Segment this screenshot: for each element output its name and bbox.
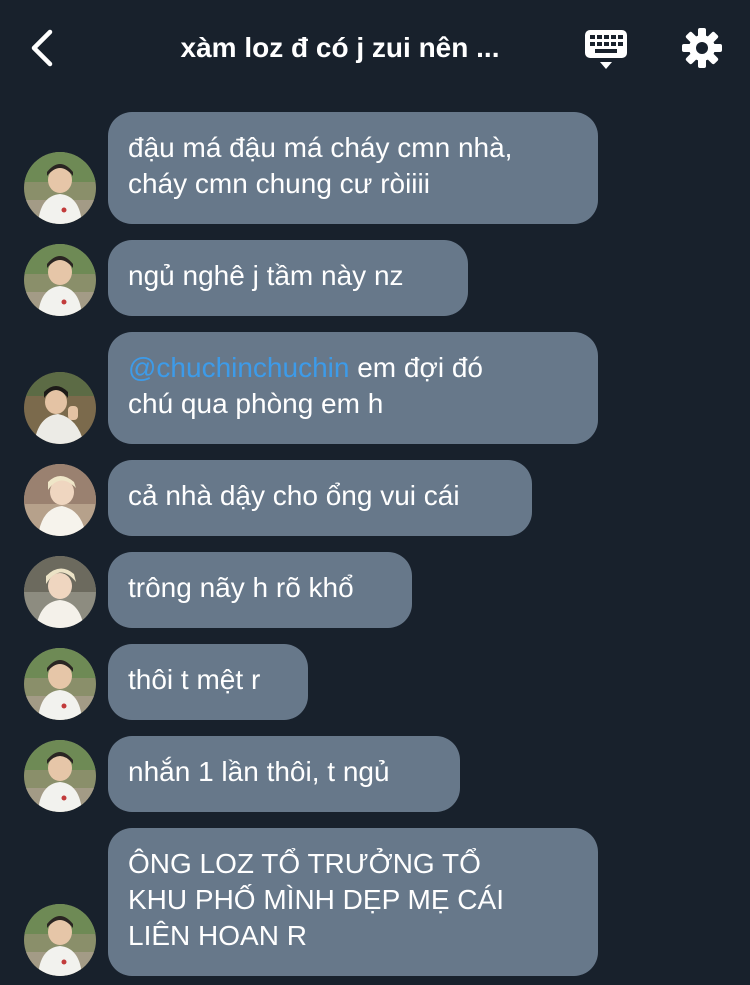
avatar[interactable] (24, 904, 96, 976)
message-bubble: thôi t mệt r (108, 644, 308, 720)
message-bubble: ÔNG LOZ TỔ TRƯỞNG TỔ KHU PHỐ MÌNH DẸP MẸ… (108, 828, 598, 976)
chat-title: xàm loz đ có j zui nên ... (180, 32, 500, 63)
message-bubble: ngủ nghê j tầm này nz (108, 240, 468, 316)
chat-header: xàm loz đ có j zui nên ... (0, 0, 750, 100)
avatar[interactable] (24, 648, 96, 720)
message-bubble: trông nãy h rõ khổ (108, 552, 412, 628)
avatar[interactable] (24, 244, 96, 316)
chevron-left-icon (31, 29, 53, 67)
avatar[interactable] (24, 152, 96, 224)
keyboard-button[interactable] (582, 26, 630, 74)
message-bubble: @chuchinchuchin em đợi đó chú qua phòng … (108, 332, 598, 444)
avatar[interactable] (24, 464, 96, 536)
avatar[interactable] (24, 740, 96, 812)
message-bubble: cả nhà dậy cho ổng vui cái (108, 460, 532, 536)
keyboard-icon (585, 30, 627, 69)
avatar[interactable] (24, 372, 96, 444)
avatar[interactable] (24, 556, 96, 628)
mention-link[interactable]: @chuchinchuchin (128, 352, 349, 383)
gear-icon (682, 28, 722, 68)
message-bubble: đậu má đậu má cháy cmn nhà, cháy cmn chu… (108, 112, 598, 224)
back-button[interactable] (22, 24, 66, 72)
message-bubble: nhắn 1 lần thôi, t ngủ (108, 736, 460, 812)
settings-button[interactable] (680, 26, 724, 70)
